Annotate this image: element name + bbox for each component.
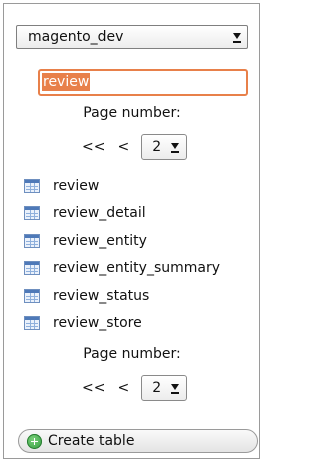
first-page-link-bottom[interactable]: << <box>82 380 105 396</box>
table-list-item[interactable]: review_entity <box>24 230 147 252</box>
table-name: review_entity <box>53 233 147 249</box>
table-icon <box>24 206 40 220</box>
page-select-bottom-value: 2 <box>152 380 162 396</box>
panel-divider[interactable] <box>259 3 260 459</box>
dropdown-arrow-icon <box>168 380 182 396</box>
add-icon <box>27 433 42 449</box>
page-select-top[interactable]: 2 <box>141 134 188 160</box>
create-table-label: Create table <box>48 433 135 449</box>
table-list-item[interactable]: review_entity_summary <box>24 257 220 279</box>
dropdown-arrow-icon <box>168 139 182 155</box>
table-list-item[interactable]: review_detail <box>24 202 146 224</box>
database-select-value: magento_dev <box>28 29 124 45</box>
create-table-button[interactable]: Create table <box>18 429 258 453</box>
table-list-item[interactable]: review <box>24 175 99 197</box>
prev-page-link-bottom[interactable]: < <box>117 380 129 396</box>
dropdown-arrow-icon <box>230 29 244 45</box>
pager-top: << < 2 <box>82 134 188 160</box>
table-name: review_store <box>53 315 142 331</box>
table-icon <box>24 289 40 303</box>
page-number-label-bottom: Page number: <box>83 346 181 362</box>
table-icon <box>24 179 40 193</box>
page-select-top-value: 2 <box>152 139 162 155</box>
prev-page-link-top[interactable]: < <box>117 139 129 155</box>
table-filter-input[interactable]: review <box>38 69 248 96</box>
table-list-item[interactable]: review_store <box>24 312 142 334</box>
table-name: review_entity_summary <box>53 260 221 276</box>
table-icon <box>24 316 40 330</box>
table-name: review_detail <box>53 205 146 221</box>
pager-bottom: << < 2 <box>82 375 188 401</box>
page-select-bottom[interactable]: 2 <box>141 375 188 401</box>
table-icon <box>24 261 40 275</box>
table-list-item[interactable]: review_status <box>24 285 149 307</box>
page-number-label-top: Page number: <box>83 105 181 121</box>
first-page-link-top[interactable]: << <box>82 139 105 155</box>
table-filter-value: review <box>42 73 91 91</box>
table-name: review_status <box>53 288 150 304</box>
table-name: review <box>53 178 100 194</box>
database-select[interactable]: magento_dev <box>16 25 248 49</box>
table-icon <box>24 234 40 248</box>
